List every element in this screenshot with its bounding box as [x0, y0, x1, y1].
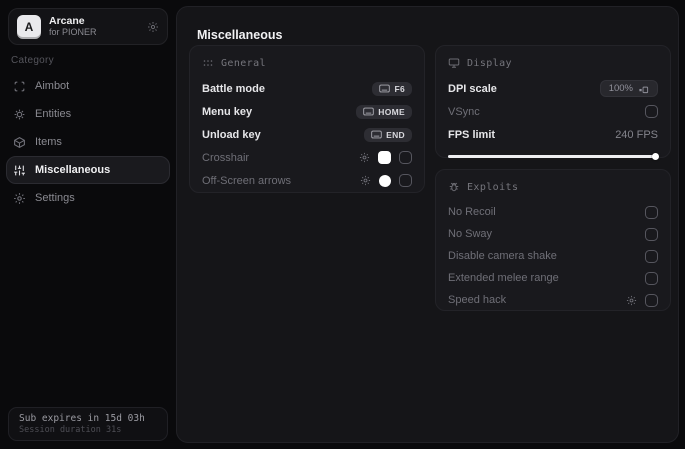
sidebar-item-label: Entities — [35, 108, 72, 120]
vsync-row: VSync — [448, 100, 658, 123]
no-sway-checkbox[interactable] — [645, 227, 658, 241]
keyboard-icon — [363, 107, 375, 116]
disable-camera-shake-checkbox[interactable] — [645, 249, 658, 263]
header-gear-icon[interactable] — [147, 21, 159, 33]
exploits-card-header: Exploits — [448, 179, 658, 195]
sidebar-item-entities[interactable]: Entities — [6, 100, 170, 128]
display-card: Display DPI scale 100% VSync FPS limit 2… — [435, 45, 671, 160]
entities-icon — [13, 108, 26, 121]
crosshair-label: Crosshair — [202, 151, 250, 164]
display-card-title: Display — [467, 57, 512, 69]
bug-icon — [448, 181, 460, 193]
scale-icon — [638, 83, 649, 94]
no-sway-label: No Sway — [448, 228, 493, 240]
category-label: Category — [11, 55, 54, 66]
fps-limit-row: FPS limit 240 FPS — [448, 123, 658, 146]
grid-icon — [202, 57, 214, 69]
speed-hack-checkbox[interactable] — [645, 293, 658, 307]
unload-key-label: Unload key — [202, 128, 261, 141]
battle-mode-keybind[interactable]: F6 — [372, 81, 412, 96]
battle-mode-key: F6 — [394, 83, 405, 94]
speed-hack-label: Speed hack — [448, 294, 507, 306]
menu-keybind[interactable]: HOME — [356, 104, 412, 119]
app-name: Arcane — [49, 15, 85, 28]
disable-camera-shake-row: Disable camera shake — [448, 245, 658, 267]
no-sway-row: No Sway — [448, 223, 658, 245]
disable-camera-shake-label: Disable camera shake — [448, 250, 557, 262]
app-window: A Arcane for PIONER Category Aimbot Enti… — [0, 0, 685, 449]
unload-keybind[interactable]: END — [364, 127, 412, 142]
speed-hack-row: Speed hack — [448, 289, 658, 311]
subscription-card: Sub expires in 15d 03h Session duration … — [8, 407, 168, 441]
page-title: Miscellaneous — [197, 28, 283, 42]
crosshair-settings-gear-icon[interactable] — [359, 152, 370, 163]
menu-key-row: Menu key HOME — [202, 100, 412, 123]
exploits-card-title: Exploits — [467, 181, 519, 193]
battle-mode-row: Battle mode F6 — [202, 77, 412, 100]
offscreen-checkbox[interactable] — [399, 174, 412, 187]
sliders-icon — [13, 164, 26, 177]
dpi-scale-select[interactable]: 100% — [599, 80, 658, 97]
unload-key-row: Unload key END — [202, 123, 412, 146]
dpi-scale-value: 100% — [608, 83, 633, 94]
sidebar-item-items[interactable]: Items — [6, 128, 170, 156]
main-panel: Miscellaneous General Battle mode F6 Men… — [176, 6, 679, 443]
fps-limit-value: 240 FPS — [615, 128, 658, 141]
scan-icon — [13, 80, 26, 93]
fps-limit-label: FPS limit — [448, 128, 496, 141]
general-card: General Battle mode F6 Menu key HOME Unl… — [189, 45, 425, 193]
offscreen-color-swatch[interactable] — [379, 174, 391, 187]
no-recoil-checkbox[interactable] — [645, 205, 658, 219]
sidebar-nav: Aimbot Entities Items Miscellaneous Sett… — [0, 72, 176, 212]
no-recoil-label: No Recoil — [448, 206, 496, 218]
crosshair-color-swatch[interactable] — [378, 151, 391, 164]
slider-knob[interactable] — [652, 153, 659, 160]
sidebar: A Arcane for PIONER Category Aimbot Enti… — [0, 0, 176, 449]
exploits-card: Exploits No Recoil No Sway Disable camer… — [435, 169, 671, 311]
sidebar-item-miscellaneous[interactable]: Miscellaneous — [6, 156, 170, 184]
general-card-header: General — [202, 55, 412, 71]
monitor-icon — [448, 57, 460, 69]
slider-track — [448, 155, 658, 158]
general-card-title: General — [221, 57, 266, 69]
gear-icon — [13, 192, 26, 205]
offscreen-settings-gear-icon[interactable] — [360, 175, 371, 186]
battle-mode-label: Battle mode — [202, 82, 265, 95]
menu-key-label: Menu key — [202, 105, 253, 118]
session-duration-text: Session duration 31s — [19, 425, 122, 435]
sidebar-item-label: Settings — [35, 192, 75, 204]
no-recoil-row: No Recoil — [448, 201, 658, 223]
offscreen-arrows-row: Off-Screen arrows — [202, 169, 412, 192]
app-subtitle: for PIONER — [49, 27, 97, 38]
crosshair-checkbox[interactable] — [399, 151, 412, 164]
sidebar-item-label: Items — [35, 136, 62, 148]
vsync-label: VSync — [448, 105, 480, 118]
extended-melee-range-row: Extended melee range — [448, 267, 658, 289]
vsync-checkbox[interactable] — [645, 105, 658, 118]
sidebar-item-aimbot[interactable]: Aimbot — [6, 72, 170, 100]
keyboard-icon — [371, 130, 382, 139]
crosshair-row: Crosshair — [202, 146, 412, 169]
dpi-scale-row: DPI scale 100% — [448, 77, 658, 100]
sidebar-item-label: Aimbot — [35, 80, 70, 92]
speed-hack-settings-gear-icon[interactable] — [626, 295, 637, 306]
app-header-card: A Arcane for PIONER — [8, 8, 168, 45]
extended-melee-range-label: Extended melee range — [448, 272, 559, 284]
sub-expires-text: Sub expires in 15d 03h — [19, 413, 145, 424]
extended-melee-range-checkbox[interactable] — [645, 271, 658, 285]
sidebar-item-settings[interactable]: Settings — [6, 184, 170, 212]
fps-limit-slider[interactable] — [448, 153, 659, 160]
dpi-scale-label: DPI scale — [448, 82, 497, 95]
menu-key-value: HOME — [378, 106, 405, 117]
display-card-header: Display — [448, 55, 658, 71]
app-header-text: Arcane for PIONER — [49, 15, 97, 37]
unload-key-value: END — [386, 129, 405, 140]
keyboard-icon — [379, 84, 391, 93]
offscreen-arrows-label: Off-Screen arrows — [202, 174, 292, 187]
package-icon — [13, 136, 26, 149]
app-logo: A — [17, 14, 41, 39]
sidebar-item-label: Miscellaneous — [35, 164, 111, 176]
